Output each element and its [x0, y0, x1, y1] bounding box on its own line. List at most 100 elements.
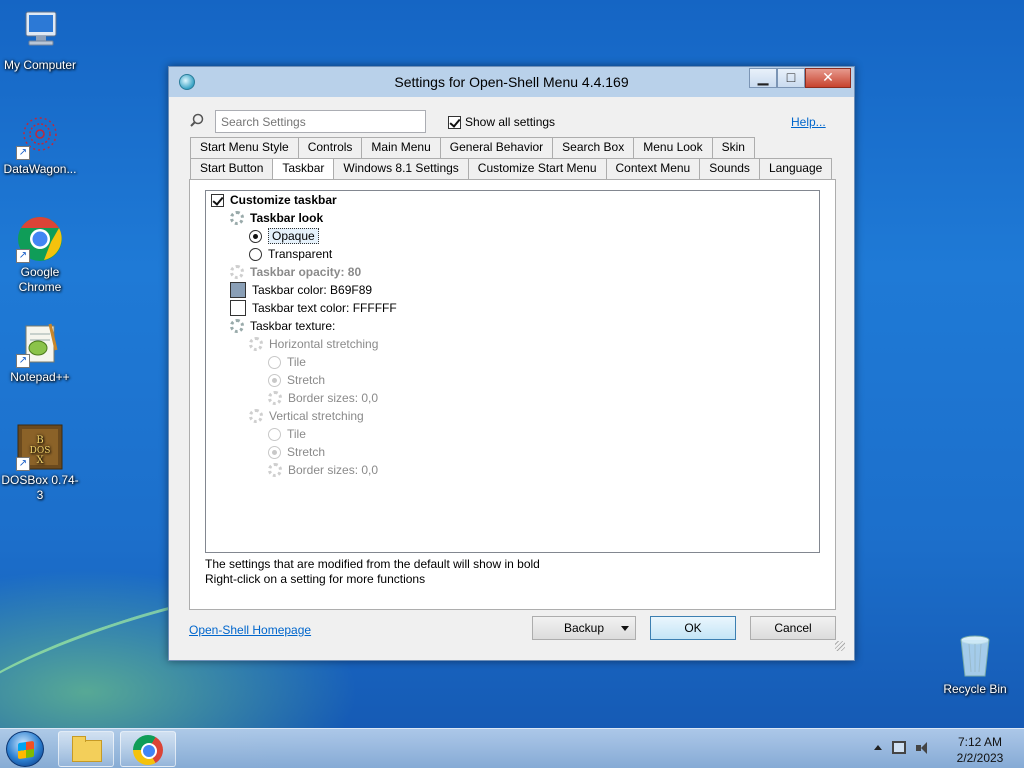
- tree-item-v-tile[interactable]: Tile: [268, 425, 306, 443]
- tab-search-box[interactable]: Search Box: [552, 137, 635, 158]
- gear-icon: [268, 391, 282, 405]
- tree-item-horizontal-stretching[interactable]: Horizontal stretching: [249, 335, 378, 353]
- window-content: Show all settings Help... Start Menu Sty…: [176, 97, 847, 653]
- computer-icon: [16, 8, 64, 56]
- system-tray: [874, 741, 930, 754]
- radio-button[interactable]: [249, 229, 262, 243]
- desktop-icon-recycle-bin[interactable]: Recycle Bin: [935, 632, 1015, 697]
- chrome-icon: ↗: [16, 215, 64, 263]
- color-swatch[interactable]: [230, 300, 246, 316]
- desktop-icon-notepad-plus-plus[interactable]: ↗ Notepad++: [0, 320, 80, 385]
- gear-icon: [230, 211, 244, 225]
- clock[interactable]: 7:12 AM 2/2/2023: [946, 734, 1014, 766]
- svg-text:X: X: [36, 455, 44, 466]
- tree-item-v-stretch[interactable]: Stretch: [268, 443, 325, 461]
- start-button[interactable]: [6, 731, 44, 767]
- gear-icon: [230, 319, 244, 333]
- tab-main-menu[interactable]: Main Menu: [361, 137, 441, 158]
- tab-context-menu[interactable]: Context Menu: [605, 158, 701, 179]
- tab-general-behavior[interactable]: General Behavior: [439, 137, 554, 158]
- search-input[interactable]: [215, 110, 426, 133]
- hint-text-bold: The settings that are modified from the …: [205, 557, 540, 571]
- tree-item-h-stretch[interactable]: Stretch: [268, 371, 325, 389]
- tree-item-taskbar-opacity[interactable]: Taskbar opacity: 80: [230, 263, 361, 281]
- tree-item-vertical-stretching[interactable]: Vertical stretching: [249, 407, 364, 425]
- tree-item-h-border-sizes[interactable]: Border sizes: 0,0: [268, 389, 378, 407]
- volume-icon[interactable]: [916, 741, 930, 754]
- radio-button[interactable]: [249, 247, 262, 261]
- resize-grip[interactable]: [835, 641, 845, 651]
- clock-date: 2/2/2023: [956, 751, 1004, 765]
- network-icon[interactable]: [892, 741, 906, 754]
- tree-item-taskbar-look[interactable]: Taskbar look: [230, 209, 323, 227]
- tab-row-1: Start Menu Style Controls Main Menu Gene…: [190, 137, 755, 158]
- close-button[interactable]: ✕: [805, 68, 851, 88]
- show-hidden-icons-icon[interactable]: [874, 745, 882, 750]
- folder-icon: [72, 736, 102, 762]
- taskbar: 7:12 AM 2/2/2023: [0, 728, 1024, 768]
- tree-item-taskbar-color[interactable]: Taskbar color: B69F89: [230, 281, 372, 299]
- tree-item-customize-taskbar[interactable]: Customize taskbar: [211, 191, 337, 209]
- open-shell-homepage-link[interactable]: Open-Shell Homepage: [189, 623, 311, 637]
- tree-item-taskbar-text-color[interactable]: Taskbar text color: FFFFFF: [230, 299, 397, 317]
- clock-time: 7:12 AM: [957, 735, 1003, 749]
- desktop-icon-label: DataWagon...: [3, 162, 77, 176]
- radio-button[interactable]: [268, 427, 281, 441]
- checkbox-box[interactable]: [448, 115, 461, 129]
- checkbox-box[interactable]: [211, 193, 224, 207]
- hint-text-right-click: Right-click on a setting for more functi…: [205, 572, 426, 586]
- tab-row-2: Start Button Taskbar Windows 8.1 Setting…: [190, 158, 833, 180]
- search-icon: [190, 113, 204, 127]
- shortcut-arrow-icon: ↗: [16, 146, 30, 160]
- notepad-plus-plus-icon: ↗: [16, 320, 64, 368]
- radio-button[interactable]: [268, 373, 281, 387]
- desktop-icon-dosbox[interactable]: B DOS X ↗ DOSBox 0.74-3: [0, 423, 80, 503]
- show-all-settings-checkbox[interactable]: Show all settings: [448, 115, 555, 129]
- tab-sounds[interactable]: Sounds: [699, 158, 760, 179]
- tree-item-transparent[interactable]: Transparent: [249, 245, 332, 263]
- tab-start-button[interactable]: Start Button: [190, 158, 274, 179]
- dosbox-icon: B DOS X ↗: [16, 423, 64, 471]
- settings-tree[interactable]: Customize taskbar Taskbar look Opaque Tr…: [205, 190, 820, 553]
- tree-item-taskbar-texture[interactable]: Taskbar texture:: [230, 317, 335, 335]
- desktop-icon-google-chrome[interactable]: ↗ Google Chrome: [0, 215, 80, 295]
- backup-button[interactable]: Backup: [532, 616, 636, 640]
- tree-item-opaque[interactable]: Opaque: [249, 227, 319, 245]
- backup-button-label: Backup: [563, 621, 605, 635]
- windows-logo-icon: [18, 740, 34, 760]
- tab-skin[interactable]: Skin: [711, 137, 755, 158]
- maximize-button[interactable]: □: [777, 68, 805, 88]
- help-link[interactable]: Help...: [791, 115, 826, 129]
- desktop-icon-my-computer[interactable]: My Computer: [0, 8, 80, 73]
- desktop-icon-label: Recycle Bin: [943, 682, 1007, 696]
- desktop-icon-label: DOSBox 0.74-3: [1, 473, 79, 502]
- svg-text:B: B: [36, 435, 43, 446]
- settings-window: Settings for Open-Shell Menu 4.4.169 ▁ □…: [168, 66, 855, 661]
- taskbar-file-explorer[interactable]: [58, 731, 114, 767]
- radio-button[interactable]: [268, 355, 281, 369]
- tab-language[interactable]: Language: [758, 158, 833, 179]
- minimize-button[interactable]: ▁: [749, 68, 777, 88]
- cancel-button[interactable]: Cancel: [750, 616, 836, 640]
- show-all-settings-label: Show all settings: [465, 115, 556, 129]
- tab-taskbar[interactable]: Taskbar: [272, 158, 335, 180]
- tab-panel: Customize taskbar Taskbar look Opaque Tr…: [189, 179, 836, 610]
- tree-item-h-tile[interactable]: Tile: [268, 353, 306, 371]
- radio-button[interactable]: [268, 445, 281, 459]
- gear-icon: [268, 463, 282, 477]
- tab-controls[interactable]: Controls: [297, 137, 363, 158]
- datawagon-icon: ↗: [16, 112, 64, 160]
- minimize-icon: ▁: [757, 69, 769, 85]
- tree-item-v-border-sizes[interactable]: Border sizes: 0,0: [268, 461, 378, 479]
- title-bar[interactable]: Settings for Open-Shell Menu 4.4.169 ▁ □…: [169, 67, 854, 97]
- ok-button[interactable]: OK: [650, 616, 736, 640]
- tab-customize-start-menu[interactable]: Customize Start Menu: [467, 158, 607, 179]
- tab-menu-look[interactable]: Menu Look: [633, 137, 713, 158]
- taskbar-google-chrome[interactable]: [120, 731, 176, 767]
- shortcut-arrow-icon: ↗: [16, 457, 30, 471]
- color-swatch[interactable]: [230, 282, 246, 298]
- desktop-icon-datawagon[interactable]: ↗ DataWagon...: [0, 112, 80, 177]
- tab-windows-8-1-settings[interactable]: Windows 8.1 Settings: [333, 158, 469, 179]
- tab-start-menu-style[interactable]: Start Menu Style: [190, 137, 299, 158]
- gear-icon: [249, 337, 263, 351]
